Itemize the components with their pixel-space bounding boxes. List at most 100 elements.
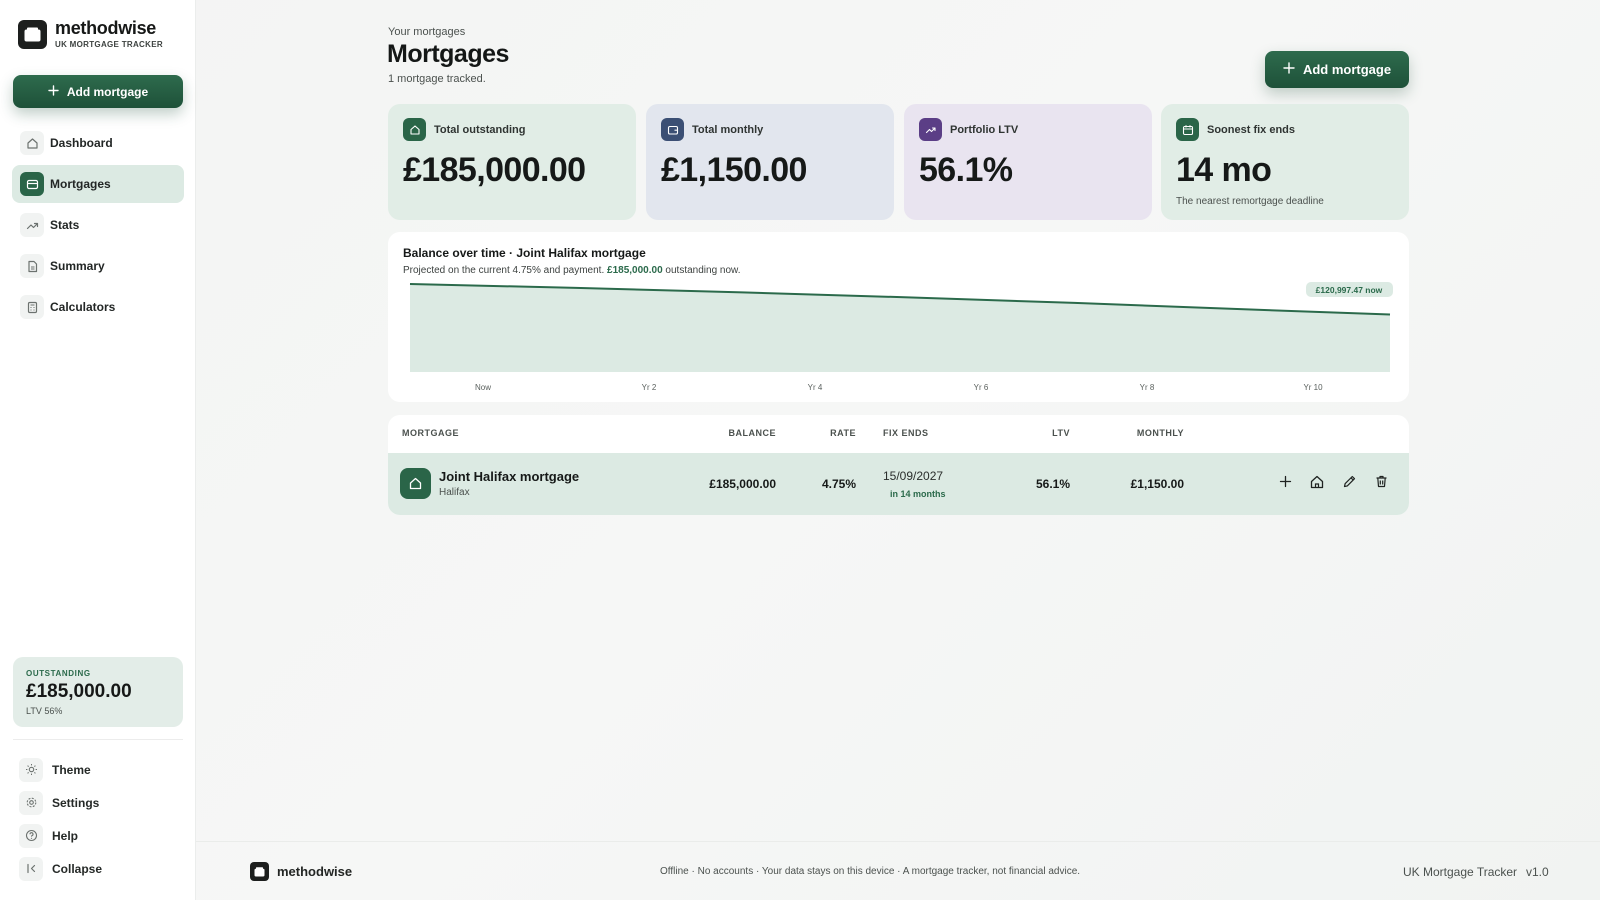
footer-product: UK Mortgage Tracker bbox=[1403, 865, 1518, 879]
sidebar-item-settings[interactable]: Settings bbox=[19, 786, 179, 819]
chart-x-tick: Yr 4 bbox=[808, 383, 823, 392]
balance-chart: Now Yr 2 Yr 4 Yr 6 Yr 8 Yr 10 £120,997.47 now bbox=[409, 282, 1393, 392]
home-icon bbox=[403, 118, 426, 141]
home-icon bbox=[1309, 474, 1325, 495]
stat-label: Total monthly bbox=[692, 123, 764, 136]
outstanding-value: £185,000.00 bbox=[26, 681, 132, 702]
trash-icon bbox=[1374, 474, 1389, 494]
delete-button[interactable] bbox=[1369, 472, 1393, 496]
stat-sub: The nearest remortgage deadline bbox=[1176, 196, 1324, 207]
chart-x-tick: Now bbox=[475, 383, 491, 392]
sidebar-item-label: Dashboard bbox=[50, 136, 113, 150]
chart-end-badge-label: £120,997.47 now bbox=[1316, 285, 1383, 295]
mortgage-table: MORTGAGE BALANCE RATE FIX ENDS LTV MONTH… bbox=[388, 415, 1409, 515]
column-header-rate: RATE bbox=[830, 428, 856, 438]
brand[interactable]: methodwise UK MORTGAGE TRACKER bbox=[18, 19, 163, 49]
footer-brand-name: methodwise bbox=[277, 864, 353, 879]
add-mortgage-label: Add mortgage bbox=[1302, 62, 1392, 77]
chart-x-tick: Yr 10 bbox=[1303, 383, 1323, 392]
footer-brand[interactable]: methodwise bbox=[250, 862, 352, 881]
sidebar-item-dashboard[interactable]: Dashboard bbox=[12, 124, 184, 162]
stat-label: Portfolio LTV bbox=[950, 123, 1019, 136]
balance-chart-card: Balance over time · Joint Halifax mortga… bbox=[388, 232, 1409, 402]
stat-card-total-outstanding: Total outstanding £185,000.00 bbox=[388, 104, 636, 220]
stat-card-portfolio-ltv: Portfolio LTV 56.1% bbox=[904, 104, 1152, 220]
collapse-icon bbox=[19, 856, 43, 881]
brand-logo-icon bbox=[250, 862, 269, 881]
sidebar-divider bbox=[13, 739, 183, 740]
sidebar-item-label: Help bbox=[52, 828, 79, 843]
stat-value: £185,000.00 bbox=[403, 151, 586, 189]
sidebar-item-stats[interactable]: Stats bbox=[12, 206, 184, 244]
mortgage-lender: Halifax bbox=[439, 487, 470, 498]
plus-icon bbox=[48, 84, 59, 99]
sidebar-nav: Dashboard Mortgages Stats Summary Calcul… bbox=[12, 124, 184, 329]
stat-label: Soonest fix ends bbox=[1207, 123, 1296, 136]
table-row[interactable]: Joint Halifax mortgage Halifax £185,000.… bbox=[388, 453, 1409, 515]
outstanding-label: OUTSTANDING bbox=[26, 669, 91, 678]
add-overpayment-button[interactable] bbox=[1273, 472, 1297, 496]
trend-icon bbox=[20, 213, 44, 237]
calendar-icon bbox=[1176, 118, 1199, 141]
sidebar-item-mortgages[interactable]: Mortgages bbox=[12, 165, 184, 203]
fix-end-badge: in 14 months bbox=[890, 489, 946, 499]
edit-button[interactable] bbox=[1337, 472, 1361, 496]
sidebar-add-mortgage-button[interactable]: Add mortgage bbox=[13, 75, 183, 108]
mortgage-ltv: 56.1% bbox=[1035, 477, 1070, 491]
sidebar-item-help[interactable]: Help bbox=[19, 819, 179, 852]
column-header-ltv: LTV bbox=[1052, 428, 1070, 438]
outstanding-summary-card: OUTSTANDING £185,000.00 LTV 56% bbox=[13, 657, 183, 727]
home-icon bbox=[20, 131, 44, 155]
chart-end-badge: £120,997.47 now bbox=[1306, 282, 1393, 297]
chart-x-tick: Yr 8 bbox=[1140, 383, 1155, 392]
page-eyebrow: Your mortgages bbox=[388, 26, 466, 38]
sidebar-item-label: Collapse bbox=[52, 861, 103, 876]
sidebar-bottom-nav: Theme Settings Help Collapse bbox=[19, 753, 179, 885]
stat-value: 56.1% bbox=[919, 151, 1013, 189]
brand-name: methodwise bbox=[55, 18, 157, 38]
sidebar-item-collapse[interactable]: Collapse bbox=[19, 852, 179, 885]
mortgage-balance: £185,000.00 bbox=[709, 477, 776, 491]
fix-end-date: 15/09/2027 bbox=[883, 469, 944, 483]
column-header-fix-ends: FIX ENDS bbox=[883, 428, 929, 438]
stat-value: 14 mo bbox=[1176, 151, 1272, 189]
sidebar-add-mortgage-label: Add mortgage bbox=[66, 84, 149, 99]
card-icon bbox=[20, 172, 44, 196]
outstanding-ltv: LTV 56% bbox=[26, 706, 63, 716]
gear-icon bbox=[19, 790, 43, 815]
document-icon bbox=[20, 254, 44, 278]
sidebar-item-calculators[interactable]: Calculators bbox=[12, 288, 184, 326]
sidebar-item-label: Calculators bbox=[50, 300, 116, 314]
property-button[interactable] bbox=[1305, 472, 1329, 496]
brand-subtitle: UK MORTGAGE TRACKER bbox=[55, 40, 163, 49]
add-mortgage-button[interactable]: Add mortgage bbox=[1265, 51, 1409, 88]
page-subtitle: 1 mortgage tracked. bbox=[388, 73, 486, 85]
trend-icon bbox=[919, 118, 942, 141]
mortgage-name: Joint Halifax mortgage bbox=[439, 469, 580, 484]
chart-x-tick: Yr 6 bbox=[974, 383, 989, 392]
sidebar-item-label: Mortgages bbox=[50, 177, 111, 191]
calculator-icon bbox=[20, 295, 44, 319]
footer: methodwise Offline · No accounts · Your … bbox=[196, 841, 1600, 900]
column-header-balance: BALANCE bbox=[728, 428, 776, 438]
sidebar-item-label: Summary bbox=[50, 259, 105, 273]
sidebar-item-label: Stats bbox=[50, 218, 80, 232]
plus-icon bbox=[1279, 475, 1292, 493]
plus-icon bbox=[1283, 62, 1295, 77]
sidebar-item-summary[interactable]: Summary bbox=[12, 247, 184, 285]
page-title: Mortgages bbox=[387, 40, 509, 68]
stat-value: £1,150.00 bbox=[661, 151, 807, 189]
footer-version: v1.0 bbox=[1526, 865, 1549, 879]
stat-card-soonest-fix: Soonest fix ends 14 mo The nearest remor… bbox=[1161, 104, 1409, 220]
column-header-monthly: MONTHLY bbox=[1136, 428, 1184, 438]
pencil-icon bbox=[1342, 474, 1357, 494]
stat-label: Total outstanding bbox=[434, 123, 526, 136]
help-icon bbox=[19, 823, 43, 848]
stat-card-total-monthly: Total monthly £1,150.00 bbox=[646, 104, 894, 220]
sun-icon bbox=[19, 757, 43, 782]
chart-x-tick: Yr 2 bbox=[642, 383, 657, 392]
sidebar-item-label: Settings bbox=[52, 795, 100, 810]
home-icon bbox=[400, 468, 431, 499]
brand-logo-icon bbox=[18, 19, 47, 49]
sidebar-item-theme[interactable]: Theme bbox=[19, 753, 179, 786]
